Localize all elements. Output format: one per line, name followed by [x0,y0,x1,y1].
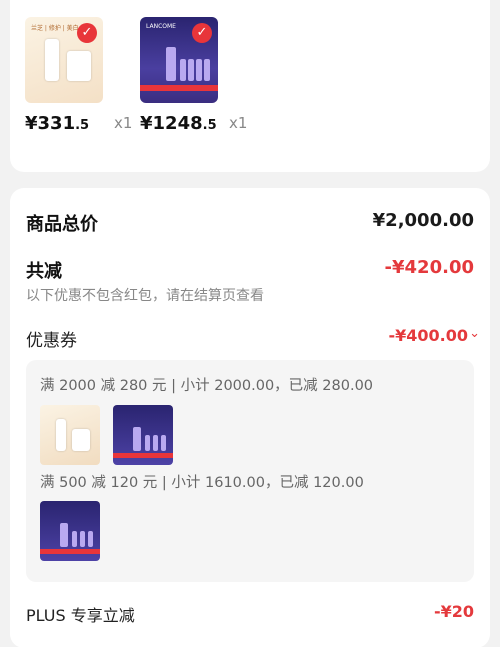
reduce-value: -¥420.00 [384,257,474,278]
coupon-detail-line-2: 满 500 减 120 元 | 小计 1610.00，已减 120.00 [40,475,364,491]
price-integer: 1248 [152,113,203,134]
product-image-1[interactable]: 兰芝 | 修护 | 美白 ✓ [25,17,103,103]
coupon-label[interactable]: 优惠券 [26,326,77,351]
product-price-2: ¥1248.5 [140,113,217,134]
total-value: ¥2,000.00 [372,210,474,231]
coupon-product-thumb [113,405,173,465]
product-brand-text-1: 兰芝 | 修护 | 美白 [31,25,79,32]
reduce-label: 共减 [26,261,62,282]
product-price-1: ¥331.5 [25,113,89,134]
checkmark-icon: ✓ [192,23,212,43]
price-decimal: .5 [202,118,217,133]
product-brand-text-2: LANCOME [146,23,176,30]
plus-discount-value: -¥20 [433,602,474,621]
price-decimal: .5 [75,118,90,133]
coupon-product-thumb [40,501,100,561]
currency-symbol: ¥ [25,113,38,134]
coupon-detail-line-1: 满 2000 减 280 元 | 小计 2000.00，已减 280.00 [40,378,374,394]
plus-discount-label: PLUS 专享立减 [26,606,135,625]
total-label: 商品总价 [26,214,98,235]
coupon-product-thumb [40,405,100,465]
selected-products-card: 兰芝 | 修护 | 美白 ✓ LANCOME ✓ ¥331.5 x1 ¥1248… [10,0,490,172]
coupon-detail-box: 满 2000 减 280 元 | 小计 2000.00，已减 280.00 满 … [26,360,474,582]
currency-symbol: ¥ [140,113,153,134]
price-integer: 331 [37,113,76,134]
product-qty-2: x1 [229,114,248,132]
price-summary-card: 商品总价 ¥2,000.00 共减 -¥420.00 以下优惠不包含红包，请在结… [10,188,490,647]
chevron-down-icon[interactable]: ⌄ [469,326,480,341]
checkmark-icon: ✓ [77,23,97,43]
coupon-value[interactable]: -¥400.00 [388,326,468,345]
product-image-2[interactable]: LANCOME ✓ [140,17,218,103]
reduce-note: 以下优惠不包含红包，请在结算页查看 [26,288,264,304]
product-qty-1: x1 [114,114,133,132]
